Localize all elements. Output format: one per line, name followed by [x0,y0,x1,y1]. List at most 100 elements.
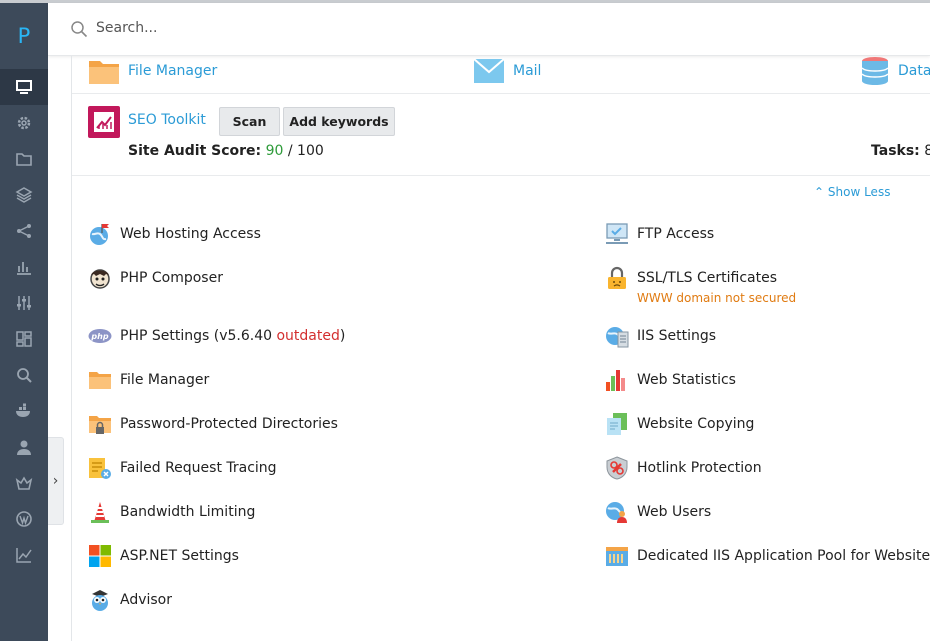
folder-icon [88,368,112,392]
score-max: 100 [297,143,324,159]
seo-tasks: Tasks: 8 . [871,143,930,159]
tool-password-protected-directories[interactable]: Password-Protected Directories [88,411,338,437]
owl-icon [88,588,112,612]
tool-php-composer[interactable]: PHP Composer [88,265,223,291]
nav-files-icon[interactable] [0,141,48,177]
tool-php-settings[interactable]: php PHP Settings (v5.6.40 outdated) [88,323,345,349]
tool-label: Web Hosting Access [120,226,261,242]
nav-users-icon[interactable] [0,429,48,465]
locked-folder-icon [88,412,112,436]
ftp-icon [605,222,629,246]
tool-iis-settings[interactable]: IIS Settings [605,323,716,349]
quick-link-file-manager[interactable]: File Manager [88,56,217,86]
bar-chart-icon [605,368,629,392]
failed-trace-icon [88,456,112,480]
tool-hotlink-protection[interactable]: Hotlink Protection [605,455,762,481]
shield-link-icon [605,456,629,480]
gear-icon [17,116,31,130]
tool-web-statistics[interactable]: Web Statistics [605,367,736,393]
mail-envelope-icon [473,58,505,83]
sliders-icon [17,296,31,310]
tool-label: PHP Settings (v5.6.40 outdated) [120,328,345,344]
lock-icon [605,266,629,290]
search-input[interactable]: Search... [96,20,157,36]
score-label: Site Audit Score: [128,143,262,159]
nav-search-analytics-icon[interactable] [0,357,48,393]
tool-label: Web Statistics [637,372,736,388]
tool-web-hosting-access[interactable]: Web Hosting Access [88,221,261,247]
tool-website-copying[interactable]: Website Copying [605,411,754,437]
php-version-text: PHP Settings (v5.6.40 [120,328,277,344]
site-audit-score: Site Audit Score: 90 / 100 [128,143,324,159]
show-less-link[interactable]: ⌃ Show Less [814,185,890,199]
seo-chart-icon [94,112,114,132]
quick-link-label: Data [898,63,930,79]
windows-icon [88,544,112,568]
nav-rail: P [0,3,48,641]
folder-icon [89,61,119,84]
nav-settings-icon[interactable] [0,285,48,321]
nav-dashboard-icon[interactable] [0,321,48,357]
line-chart-icon [16,548,32,563]
tool-label: Bandwidth Limiting [120,504,256,520]
nav-premium-icon[interactable] [0,465,48,501]
quick-link-label: File Manager [128,63,218,79]
tool-ssl-tls-certificates[interactable]: SSL/TLS Certificates [605,265,777,291]
tool-label: File Manager [120,372,210,388]
share-icon [17,224,31,238]
tool-label: PHP Composer [120,270,223,286]
tool-label: Password-Protected Directories [120,416,338,432]
crown-icon [15,476,33,490]
app-logo[interactable]: P [0,3,48,69]
show-less-label: Show Less [827,185,891,199]
web-users-icon [605,500,629,524]
nav-layers-icon[interactable] [0,177,48,213]
tool-label: FTP Access [637,226,715,242]
nav-stats-icon[interactable] [0,249,48,285]
expand-sidebar-button[interactable]: › [48,437,64,525]
nav-tools-icon[interactable] [0,105,48,141]
tool-label: ASP.NET Settings [120,548,239,564]
tool-dedicated-iis-app-pool[interactable]: Dedicated IIS Application Pool for Websi… [605,543,930,569]
tool-label: IIS Settings [637,328,717,344]
php-label-end: ) [339,328,346,344]
copy-icon [605,412,629,436]
tool-label: Failed Request Tracing [120,460,277,476]
tool-failed-request-tracing[interactable]: Failed Request Tracing [88,455,277,481]
dashboard-icon [16,331,32,347]
tool-ftp-access[interactable]: FTP Access [605,221,714,247]
tool-web-users[interactable]: Web Users [605,499,711,525]
nav-analytics-icon[interactable] [0,537,48,573]
nav-share-icon[interactable] [0,213,48,249]
quick-link-mail[interactable]: Mail [473,56,541,86]
quick-link-label: Mail [513,63,542,79]
tool-label: Website Copying [637,416,755,432]
php-icon: php [88,324,112,348]
iis-icon [605,324,629,348]
search-icon [71,21,88,38]
quick-link-databases[interactable]: Data [860,56,930,86]
tool-file-manager[interactable]: File Manager [88,367,209,393]
tool-advisor[interactable]: Advisor [88,587,172,613]
add-keywords-button[interactable]: Add keywords [283,107,395,136]
scan-button[interactable]: Scan [219,107,280,136]
nav-websites-icon[interactable] [0,69,48,105]
app-pool-icon [605,544,629,568]
nav-wordpress-icon[interactable] [0,501,48,537]
seo-toolkit-link[interactable]: SEO Toolkit [128,112,206,128]
tool-label: Dedicated IIS Application Pool for Websi… [637,548,930,564]
nav-docker-icon[interactable] [0,393,48,429]
wordpress-icon [16,511,32,527]
bandwidth-icon [88,500,112,524]
tool-aspnet-settings[interactable]: ASP.NET Settings [88,543,239,569]
user-icon [17,440,31,455]
tool-bandwidth-limiting[interactable]: Bandwidth Limiting [88,499,255,525]
quick-links-row: File Manager Mail Data [72,56,930,94]
tasks-label: Tasks: [871,143,920,159]
tool-label: Web Users [637,504,712,520]
composer-icon [88,266,112,290]
search-bar[interactable]: Search... [48,3,930,56]
bar-chart-outline-icon [17,262,31,275]
tasks-value: 8 . [924,143,930,159]
tool-label: Advisor [120,592,173,608]
